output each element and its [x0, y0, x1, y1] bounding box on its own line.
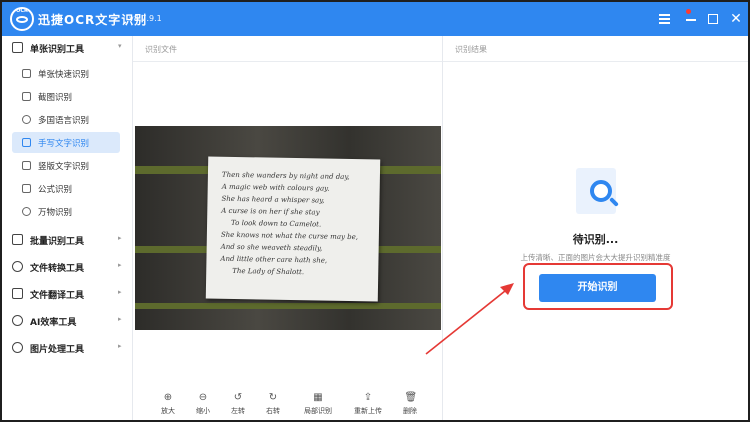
app-window: OCR 迅捷OCR文字识别 v8.7.9.1 ✕ 单张识别工具 ▾ 单张快速识别… — [0, 0, 750, 422]
annotation-arrow — [425, 283, 514, 355]
